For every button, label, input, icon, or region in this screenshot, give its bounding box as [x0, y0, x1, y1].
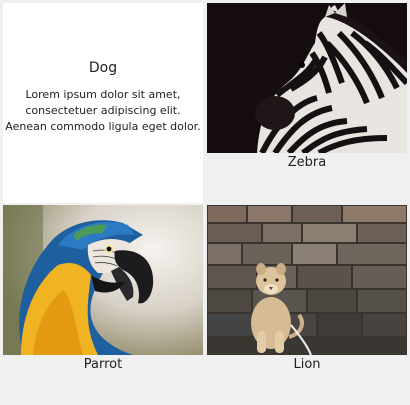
card-title: Dog [88, 60, 118, 76]
card-caption: Zebra [287, 155, 327, 170]
gallery-card-lion[interactable]: Lion [207, 205, 407, 405]
card-caption: Parrot [83, 357, 123, 372]
card-description: Lorem ipsum dolor sit amet, consectetuer… [5, 88, 201, 133]
gallery-card-dog[interactable]: Dog Lorem ipsum dolor sit amet, consecte… [3, 3, 203, 203]
card-caption: Lion [293, 357, 321, 372]
animal-gallery-grid: Dog Lorem ipsum dolor sit amet, consecte… [3, 3, 407, 405]
gallery-card-zebra[interactable]: Zebra [207, 3, 407, 203]
parrot-photo [3, 205, 203, 355]
gallery-card-parrot[interactable]: Parrot [3, 205, 203, 405]
lion-cub-photo [207, 205, 407, 355]
zebra-photo [207, 3, 407, 153]
